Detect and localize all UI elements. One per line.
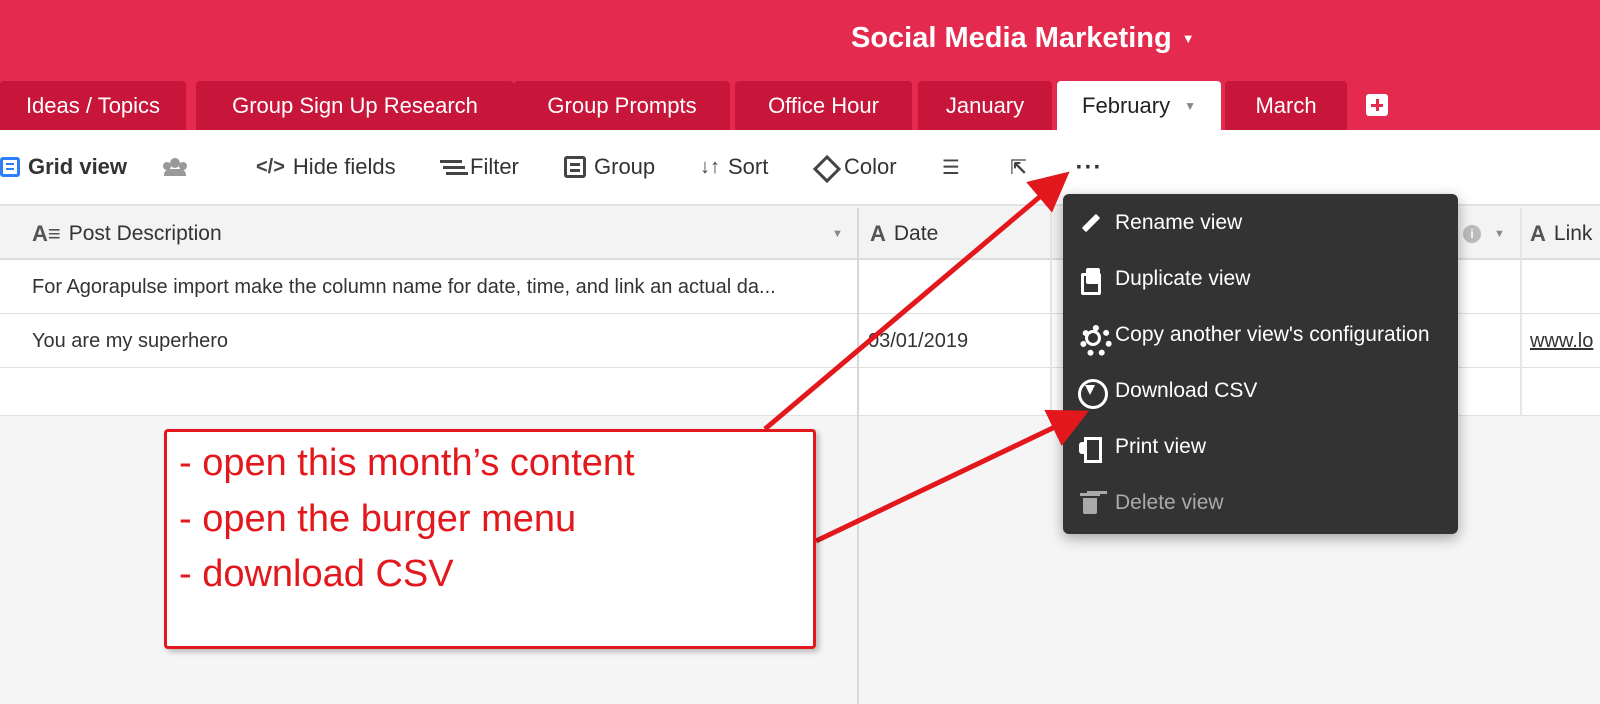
chevron-down-icon[interactable]: ▼ — [1184, 99, 1196, 113]
group-icon — [564, 156, 586, 178]
cell-link[interactable]: www.lo — [1530, 314, 1600, 368]
info-icon[interactable]: i — [1463, 208, 1481, 260]
download-csv-item[interactable]: Download CSV — [1063, 363, 1458, 419]
color-button[interactable]: Color — [814, 150, 897, 184]
annotation-line: - open this month’s content — [179, 442, 635, 484]
people-icon — [162, 158, 188, 176]
duplicate-view-item[interactable]: Duplicate view — [1063, 251, 1458, 307]
duplicate-icon — [1077, 266, 1103, 295]
column-header-post-description[interactable]: A≡ Post Description — [32, 208, 222, 260]
chevron-down-icon[interactable]: ▼ — [832, 208, 843, 260]
download-icon — [1077, 378, 1108, 409]
hide-fields-button[interactable]: </> Hide fields — [256, 150, 396, 184]
filter-icon — [440, 158, 462, 176]
eye-slash-icon: </> — [256, 155, 285, 178]
annotation-line: - open the burger menu — [179, 498, 577, 540]
rename-view-item[interactable]: Rename view — [1063, 195, 1458, 251]
tab-february[interactable]: February ▼ — [1057, 81, 1221, 130]
grid-view-icon — [0, 157, 20, 177]
annotation-callout: - open this month’s content - open the b… — [164, 429, 816, 649]
collaborative-view-icon-wrap — [162, 150, 188, 184]
share-view-button[interactable]: ⇱ — [1010, 150, 1027, 184]
printer-icon — [1077, 434, 1103, 463]
annotation-line: - download CSV — [179, 553, 454, 595]
pencil-icon — [1077, 210, 1103, 236]
group-button[interactable]: Group — [564, 150, 655, 184]
row-height-button[interactable]: ☰ — [942, 150, 960, 184]
column-header-link[interactable]: A Link — [1530, 208, 1592, 260]
view-name: Grid view — [28, 154, 128, 179]
text-field-icon: A — [1530, 221, 1546, 246]
cell-post-description[interactable]: For Agorapulse import make the column na… — [32, 260, 848, 314]
view-switcher[interactable]: Grid view — [0, 150, 127, 184]
paint-bucket-icon — [814, 156, 836, 178]
row-height-icon: ☰ — [942, 156, 960, 179]
column-divider — [857, 208, 859, 704]
external-link-icon: ⇱ — [1010, 156, 1027, 179]
app-header: Social Media Marketing ▼ Ideas / Topics … — [0, 0, 1600, 130]
long-text-field-icon: A≡ — [32, 221, 61, 246]
column-divider — [1050, 208, 1052, 416]
sort-button[interactable]: ↓↑ Sort — [700, 150, 768, 184]
print-view-item[interactable]: Print view — [1063, 419, 1458, 475]
cell-date[interactable]: 03/01/2019 — [868, 314, 1048, 368]
copy-view-configuration-item[interactable]: Copy another view's configuration — [1063, 307, 1458, 363]
tab-office-hour[interactable]: Office Hour — [735, 81, 912, 130]
base-title[interactable]: Social Media Marketing ▼ — [851, 22, 1195, 55]
tab-march[interactable]: March — [1225, 81, 1347, 130]
cell-post-description[interactable]: You are my superhero — [32, 314, 848, 368]
add-table-icon[interactable] — [1366, 94, 1388, 116]
tab-group-sign-up-research[interactable]: Group Sign Up Research — [196, 81, 514, 130]
ellipsis-icon: ··· — [1075, 154, 1103, 181]
sort-icon: ↓↑ — [700, 155, 720, 178]
tab-january[interactable]: January — [918, 81, 1052, 130]
base-title-label: Social Media Marketing — [851, 22, 1172, 54]
tab-ideas-topics[interactable]: Ideas / Topics — [0, 81, 186, 130]
gear-icon — [1077, 322, 1112, 357]
column-header-date[interactable]: A Date — [870, 208, 938, 260]
chevron-down-icon: ▼ — [1181, 31, 1195, 46]
delete-view-item[interactable]: Delete view — [1063, 475, 1458, 531]
chevron-down-icon[interactable]: ▼ — [1494, 208, 1505, 260]
tab-group-prompts[interactable]: Group Prompts — [514, 81, 730, 130]
arrow-to-download-csv — [814, 409, 1090, 544]
trash-icon — [1077, 490, 1103, 516]
text-field-icon: A — [870, 221, 886, 246]
view-options-menu: Rename view Duplicate view Copy another … — [1063, 194, 1458, 534]
filter-button[interactable]: Filter — [440, 150, 519, 184]
column-divider — [1520, 208, 1522, 416]
